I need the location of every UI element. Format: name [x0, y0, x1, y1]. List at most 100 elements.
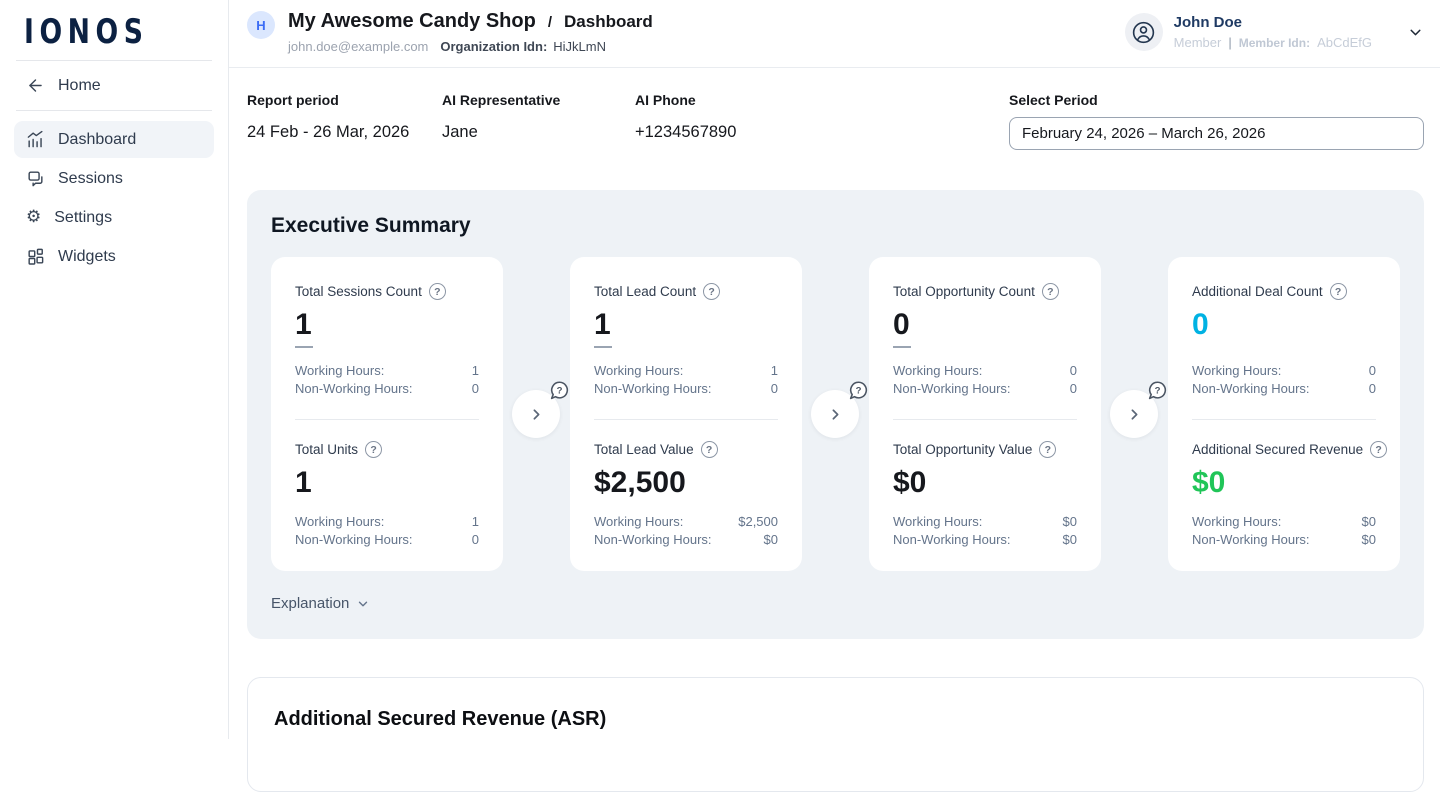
value-underline [893, 346, 911, 348]
sidebar-item-sessions[interactable]: Sessions [14, 160, 214, 197]
metric-value: $0 [1192, 466, 1386, 499]
org-id-label: Organization Idn: [440, 39, 547, 54]
metric-value: 1 [295, 466, 489, 499]
nav-label: Widgets [58, 248, 116, 266]
working-hours-label: Working Hours: [295, 513, 384, 531]
executive-summary-title: Executive Summary [271, 214, 1400, 238]
metric-value: 0 [893, 308, 1087, 341]
sidebar-item-dashboard[interactable]: Dashboard [14, 121, 214, 158]
help-icon[interactable]: ? [365, 441, 382, 458]
content: Report period 24 Feb - 26 Mar, 2026 AI R… [229, 68, 1440, 792]
working-hours-value: 1 [771, 362, 778, 380]
question-bubble-icon: ? [848, 380, 869, 401]
working-hours-value: $0 [1063, 513, 1077, 531]
non-working-hours-label: Non-Working Hours: [295, 531, 413, 549]
non-working-hours-label: Non-Working Hours: [1192, 380, 1310, 398]
asr-title: Additional Secured Revenue (ASR) [274, 708, 1397, 731]
metric-label: Total Opportunity Value [893, 442, 1032, 457]
summary-card-leads: Total Lead Count ? 1 Working Hours:1 Non… [570, 257, 802, 571]
sidebar: IONOS Home Dashboard Sessions ⚙ Settings [0, 0, 229, 739]
explanation-label: Explanation [271, 595, 349, 612]
working-hours-label: Working Hours: [594, 362, 683, 380]
metric-label: Total Sessions Count [295, 284, 422, 299]
question-bubble-icon: ? [549, 380, 570, 401]
metric-label: Total Opportunity Count [893, 284, 1035, 299]
select-period-input[interactable] [1009, 117, 1424, 150]
metric-value: 0 [1192, 308, 1386, 341]
gear-icon: ⚙ [26, 208, 41, 227]
topbar: H My Awesome Candy Shop / Dashboard john… [229, 0, 1440, 68]
working-hours-label: Working Hours: [295, 362, 384, 380]
non-working-hours-value: $0 [764, 531, 778, 549]
metric-value: $2,500 [594, 466, 788, 499]
main-area: H My Awesome Candy Shop / Dashboard john… [229, 0, 1440, 739]
home-label: Home [58, 77, 101, 95]
divider [594, 419, 778, 420]
explanation-toggle[interactable]: Explanation [271, 595, 370, 612]
working-hours-value: $0 [1362, 513, 1376, 531]
arrow-left-icon [26, 76, 45, 95]
chart-icon [26, 130, 45, 149]
user-role: Member [1174, 35, 1222, 50]
non-working-hours-value: 0 [1369, 380, 1376, 398]
non-working-hours-value: 0 [771, 380, 778, 398]
help-icon[interactable]: ? [1039, 441, 1056, 458]
asr-section: Additional Secured Revenue (ASR) [247, 677, 1424, 792]
sidebar-nav: Dashboard Sessions ⚙ Settings Widgets [0, 111, 228, 275]
working-hours-value: 0 [1369, 362, 1376, 380]
user-menu[interactable]: John Doe Member | Member Idn: AbCdEfG [1125, 13, 1424, 51]
breadcrumb: H My Awesome Candy Shop / Dashboard john… [247, 10, 653, 54]
sidebar-item-home[interactable]: Home [0, 61, 228, 110]
non-working-hours-value: 0 [472, 531, 479, 549]
member-id-label: Member Idn: [1239, 36, 1310, 50]
ai-representative-value: Jane [442, 123, 635, 142]
member-id-value: AbCdEfG [1317, 35, 1372, 50]
nav-label: Sessions [58, 170, 123, 188]
divider [893, 419, 1077, 420]
metric-label: Total Units [295, 442, 358, 457]
next-card-button[interactable]: ? [1110, 390, 1158, 438]
value-underline [295, 346, 313, 348]
divider [1192, 419, 1376, 420]
summary-card-opportunities: Total Opportunity Count ? 0 Working Hour… [869, 257, 1101, 571]
org-id: Organization Idn: HiJkLmN [440, 39, 606, 54]
report-info-row: Report period 24 Feb - 26 Mar, 2026 AI R… [247, 92, 1424, 150]
working-hours-value: $2,500 [738, 513, 778, 531]
help-icon[interactable]: ? [1330, 283, 1347, 300]
help-icon[interactable]: ? [701, 441, 718, 458]
ai-phone-value: +1234567890 [635, 123, 1009, 142]
working-hours-value: 0 [1070, 362, 1077, 380]
sidebar-item-settings[interactable]: ⚙ Settings [14, 199, 214, 236]
nav-label: Settings [54, 209, 112, 227]
chevron-down-icon[interactable] [1407, 24, 1424, 41]
working-hours-value: 1 [472, 362, 479, 380]
help-icon[interactable]: ? [1042, 283, 1059, 300]
user-email: john.doe@example.com [288, 39, 428, 54]
divider [295, 419, 479, 420]
value-underline [594, 346, 612, 348]
non-working-hours-label: Non-Working Hours: [295, 380, 413, 398]
non-working-hours-value: $0 [1063, 531, 1077, 549]
org-avatar-letter: H [256, 18, 265, 33]
summary-card-sessions: Total Sessions Count ? 1 Working Hours: 1… [271, 257, 503, 571]
user-name: John Doe [1174, 14, 1372, 31]
help-icon[interactable]: ? [703, 283, 720, 300]
metric-value: $0 [893, 466, 1087, 499]
org-id-value: HiJkLmN [553, 39, 606, 54]
working-hours-label: Working Hours: [893, 362, 982, 380]
sidebar-item-widgets[interactable]: Widgets [14, 238, 214, 275]
report-period-value: 24 Feb - 26 Mar, 2026 [247, 123, 442, 142]
help-icon[interactable]: ? [1370, 441, 1387, 458]
metric-value: 1 [295, 308, 489, 341]
non-working-hours-value: $0 [1362, 531, 1376, 549]
chat-icon [26, 169, 45, 188]
user-avatar [1125, 13, 1163, 51]
svg-text:?: ? [557, 385, 563, 396]
next-card-button[interactable]: ? [811, 390, 859, 438]
report-period-label: Report period [247, 92, 442, 108]
breadcrumb-separator: / [548, 14, 552, 31]
help-icon[interactable]: ? [429, 283, 446, 300]
ai-representative-label: AI Representative [442, 92, 635, 108]
next-card-button[interactable]: ? [512, 390, 560, 438]
metric-label: Total Lead Count [594, 284, 696, 299]
